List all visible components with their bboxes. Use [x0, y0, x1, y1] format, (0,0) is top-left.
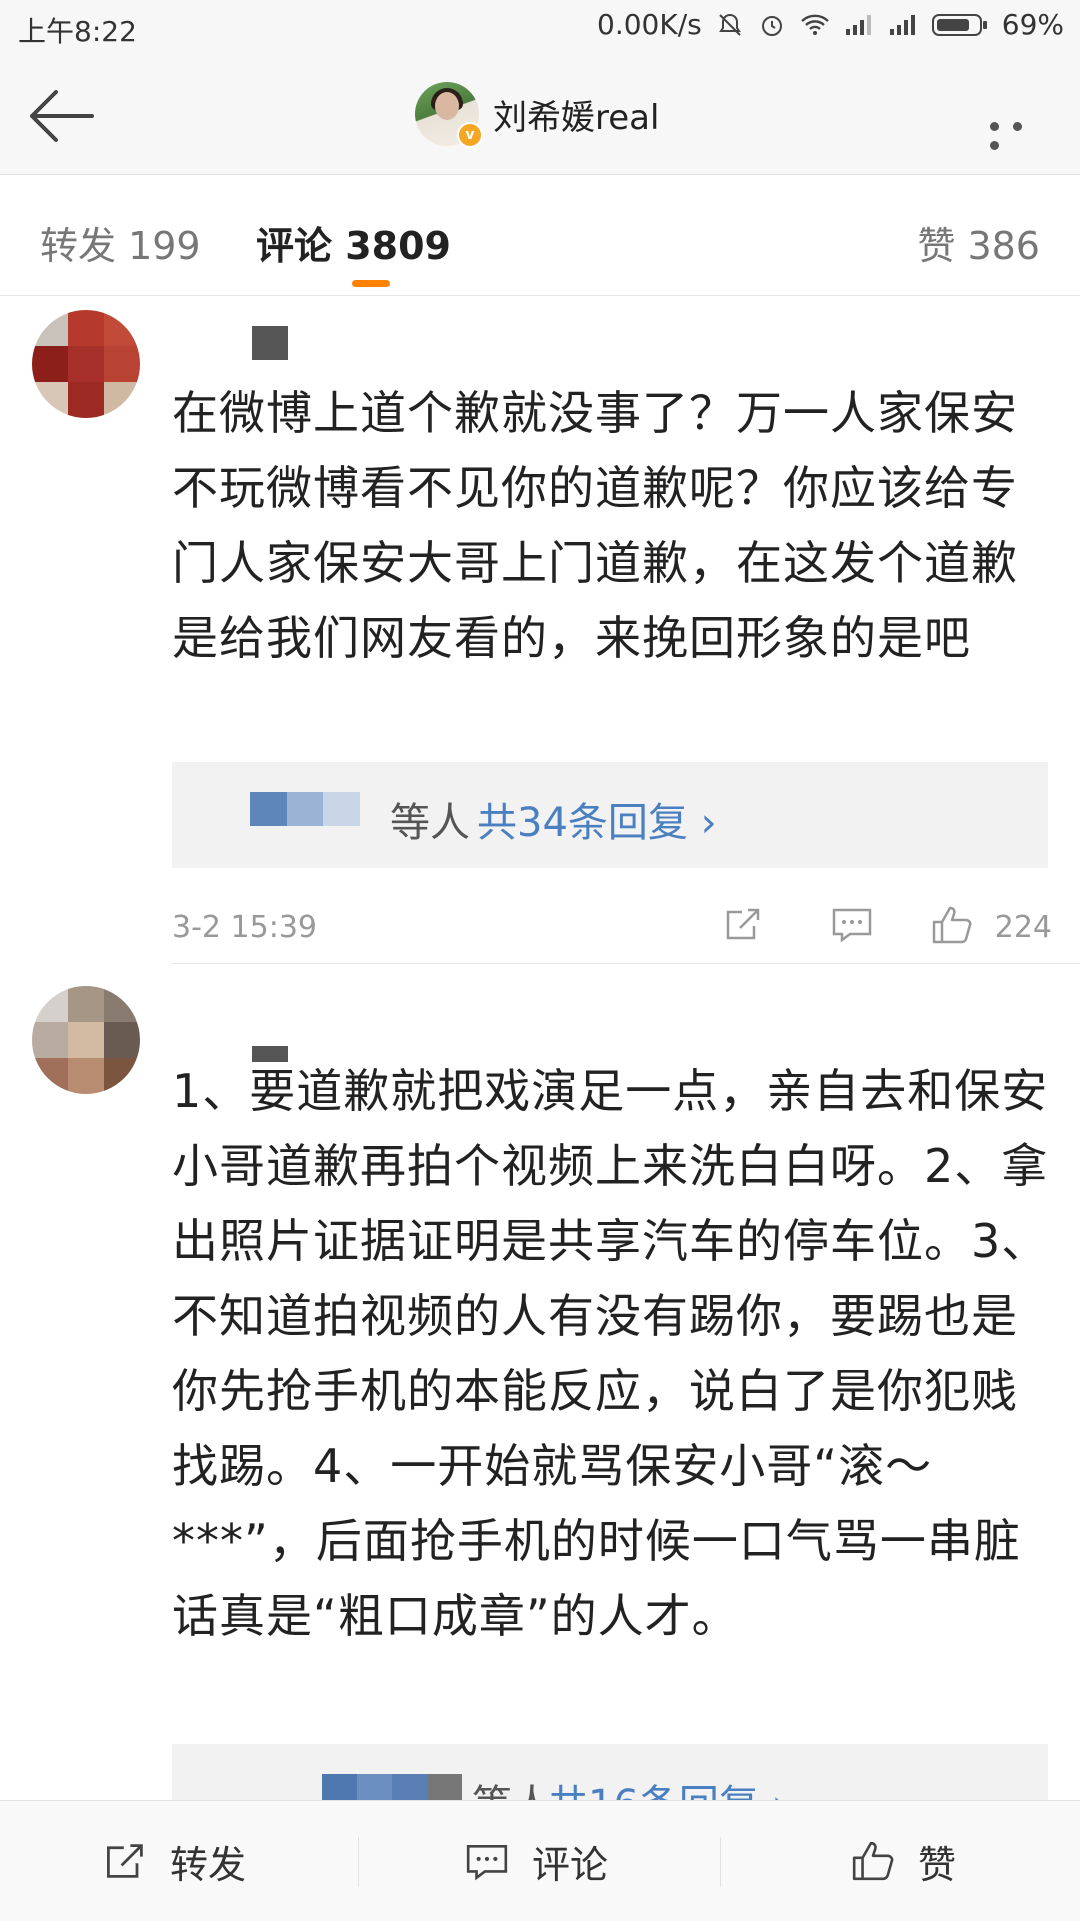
share-icon[interactable] [724, 904, 764, 952]
avatar[interactable]: v [415, 82, 483, 148]
page-title: 刘希媛real [493, 97, 660, 138]
battery-icon [931, 12, 988, 38]
signal-icon-2 [888, 13, 918, 37]
tab-likes[interactable]: 赞 386 [917, 215, 1040, 270]
verified-badge-icon: v [457, 122, 483, 148]
tab-bar: 转发 199 评论 3809 赞 386 [0, 175, 1080, 296]
alarm-icon [758, 11, 786, 39]
back-arrow-icon [30, 90, 94, 142]
like-button[interactable]: 赞 [850, 1801, 956, 1921]
status-time: 上午8:22 [18, 15, 137, 48]
comment-item: 在微博上道个歉就没事了？万一人家保安不玩微博看不见你的道歉呢？你应该给专门人家保… [0, 296, 1080, 963]
repost-label: 转发 [170, 1842, 247, 1887]
comment-meta: 3-2 15:39 224 [172, 896, 1052, 956]
avatar[interactable] [32, 986, 140, 1094]
reply-user-redacted [322, 1774, 462, 1800]
replies-suffix: 等人 [472, 1772, 552, 1800]
avatar[interactable] [32, 310, 140, 418]
mute-icon [716, 11, 744, 39]
tab-comments[interactable]: 评论 3809 [256, 215, 451, 270]
nav-bar: v 刘希媛real [0, 56, 1080, 175]
comment-time: 3-2 15:39 [172, 910, 317, 945]
replies-suffix: 等人 [390, 800, 470, 846]
comment-button[interactable]: 评论 [464, 1801, 608, 1921]
signal-icon [844, 13, 874, 37]
comment-item: 1、要道歉就把戏演足一点，亲自去和保安小哥道歉再拍个视频上来洗白白呀。2、拿出照… [0, 964, 1080, 1800]
back-button[interactable] [26, 86, 96, 146]
more-options-button[interactable] [990, 116, 1054, 150]
replies-count-link[interactable]: 共16条回复 › [548, 1772, 788, 1800]
username-redacted[interactable] [252, 326, 288, 360]
battery-percent: 69% [1001, 8, 1064, 41]
comment-text: 1、要道歉就把戏演足一点，亲自去和保安小哥道歉再拍个视频上来洗白白呀。2、拿出照… [172, 1064, 1049, 1643]
wifi-icon [800, 13, 830, 37]
replies-count-link[interactable]: 共34条回复 › [477, 790, 717, 848]
comment-text: 在微博上道个歉就没事了？万一人家保安不玩微博看不见你的道歉呢？你应该给专门人家保… [172, 386, 1018, 665]
share-icon [107, 1844, 143, 1878]
reply-user-redacted [250, 792, 361, 826]
header-user[interactable]: v 刘希媛real [415, 82, 660, 148]
like-count: 224 [994, 910, 1052, 945]
tab-reposts[interactable]: 转发 199 [40, 215, 201, 270]
replies-preview[interactable]: 等人 共16条回复 › [172, 1744, 1048, 1800]
replies-preview[interactable]: 等人 共34条回复 › [172, 762, 1048, 868]
status-bar: 上午8:22 0.00K/s 69% [0, 0, 1080, 56]
comment-icon[interactable] [830, 904, 874, 952]
like-icon [852, 1841, 894, 1881]
bottom-action-bar: 转发 评论 赞 [0, 1800, 1080, 1921]
network-speed: 0.00K/s [597, 8, 702, 41]
comment-label: 评论 [532, 1842, 609, 1887]
like-icon[interactable] [930, 904, 974, 954]
like-label: 赞 [918, 1842, 957, 1887]
repost-button[interactable]: 转发 [104, 1801, 246, 1921]
comment-icon [466, 1845, 508, 1881]
tab-indicator [352, 280, 390, 287]
